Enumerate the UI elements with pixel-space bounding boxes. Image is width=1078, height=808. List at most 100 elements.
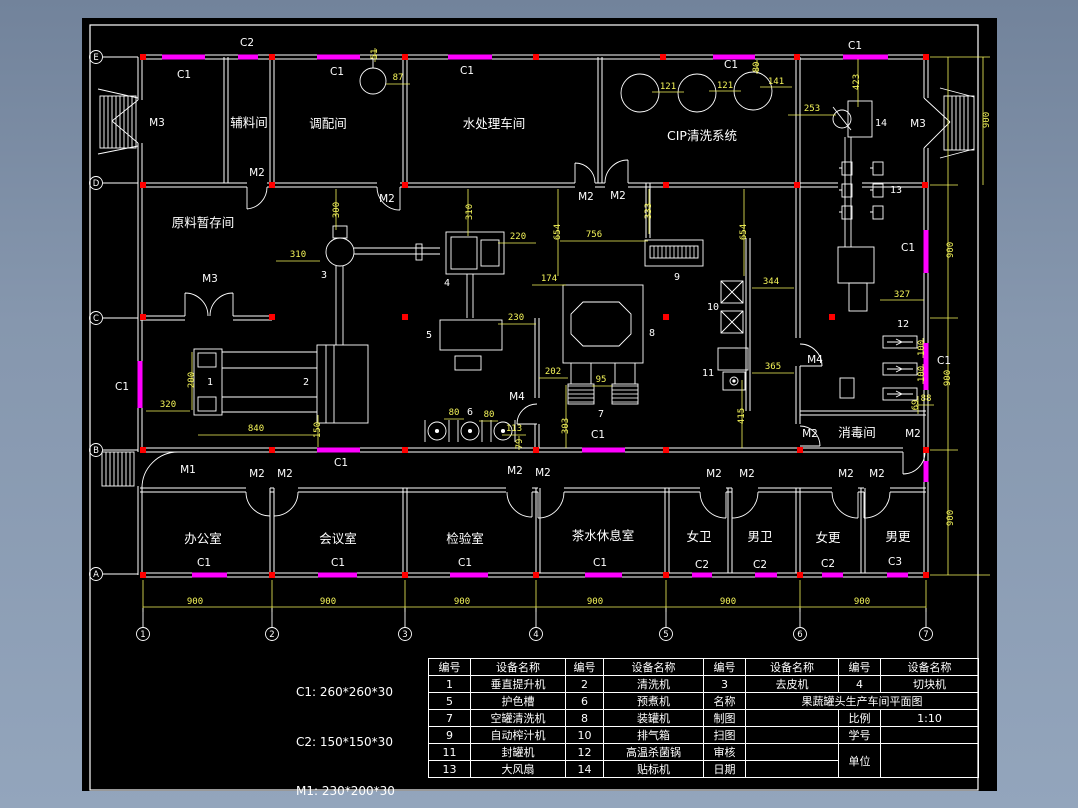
- door-m3-double: [184, 292, 234, 317]
- dim-756: 756: [586, 230, 602, 240]
- grid-col-1: 1: [140, 630, 145, 640]
- door-m2-men-toilet: [731, 491, 759, 519]
- empty-cell: [880, 743, 979, 778]
- dim-121: 121: [660, 82, 676, 92]
- dim-310: 310: [290, 250, 306, 260]
- door-label-m2: M2: [249, 167, 265, 179]
- blending-tank: [359, 59, 387, 95]
- titleblock-draw-label: 制图: [703, 709, 746, 727]
- door-label-m2: M2: [802, 428, 818, 440]
- equipment-8-can-filler: [562, 284, 644, 364]
- dim-253: 253: [804, 104, 820, 114]
- equip-no: 6: [565, 692, 604, 710]
- room-label-inspection: 检验室: [446, 531, 484, 546]
- equip-no: 14: [565, 760, 604, 778]
- grid-col-4: 4: [533, 630, 538, 640]
- equipment-number-8: 8: [649, 328, 655, 339]
- titleblock-unit-label: 单位: [838, 743, 881, 778]
- equip-name: 高温杀菌锅: [603, 743, 704, 761]
- door-m2-women-change: [831, 491, 859, 519]
- door-m3-right-entrance: [923, 97, 951, 149]
- room-label-water-treatment: 水处理车间: [463, 116, 526, 131]
- dim-51: 51: [370, 49, 380, 60]
- equip-name: 大风扇: [470, 760, 566, 778]
- dim-174: 174: [541, 274, 557, 284]
- dim-415: 415: [737, 408, 747, 424]
- door-m2-tea: [537, 491, 565, 519]
- equipment-number-9: 9: [674, 272, 680, 283]
- dim-900: 900: [946, 510, 956, 526]
- equipment-9-juicer: [644, 239, 704, 267]
- equip-name: 预煮机: [603, 692, 704, 710]
- dim-150: 150: [313, 422, 323, 438]
- room-label-tea-rest: 茶水休息室: [572, 528, 635, 543]
- legend-line-m1: M1: 230*200*30: [296, 784, 395, 798]
- dimension-texts: 87 121 121 141 253 327 310 220 230 756 1…: [160, 49, 992, 607]
- room-label-aux-material: 辅料间: [230, 115, 268, 130]
- window-label-c1: C1: [724, 59, 738, 71]
- equip-no: 5: [428, 692, 471, 710]
- dim-900: 900: [943, 370, 953, 386]
- col-header-no: 编号: [565, 658, 604, 676]
- col-header-no: 编号: [703, 658, 746, 676]
- equipment-12-sterilizer: [882, 335, 918, 401]
- room-label-women-toilet: 女卫: [686, 529, 711, 544]
- door-label-m2: M2: [905, 428, 921, 440]
- door-label-m2: M2: [838, 468, 854, 480]
- equip-no: 11: [428, 743, 471, 761]
- dim-87: 87: [393, 73, 404, 83]
- door-label-m4: M4: [807, 354, 823, 366]
- dim-121: 121: [717, 81, 733, 91]
- equip-name: 自动榨汁机: [470, 726, 566, 744]
- dim-202: 202: [545, 367, 561, 377]
- door-label-m1: M1: [180, 464, 196, 476]
- door-label-m2: M2: [379, 193, 395, 205]
- window-label-c1: C1: [901, 242, 915, 254]
- table-row: 5 护色槽 6 预煮机 名称 果蔬罐头生产车间平面图: [428, 692, 979, 710]
- equipment-4-cutter: [445, 231, 505, 318]
- door-m2-cip: [604, 159, 629, 184]
- empty-cell: [745, 709, 839, 727]
- col-header-no: 编号: [428, 658, 471, 676]
- dim-900: 900: [982, 112, 992, 128]
- empty-cell: [880, 726, 979, 744]
- equip-name: 清洗机: [603, 675, 704, 693]
- dim-80: 80: [484, 410, 495, 420]
- table-row: 7 空罐清洗机 8 装罐机 制图 比例 1:10: [428, 709, 979, 727]
- titleblock-scale-value: 1:10: [880, 709, 979, 727]
- equipment-11-can-sealer: [717, 347, 749, 391]
- conveyor-right: [837, 137, 875, 312]
- dim-900: 900: [320, 597, 336, 607]
- dim-365: 365: [765, 362, 781, 372]
- door-label-m2: M2: [277, 468, 293, 480]
- col-header-name: 设备名称: [603, 658, 704, 676]
- door-label-m2: M2: [869, 468, 885, 480]
- door-m2-office: [245, 491, 271, 517]
- window-label-c2: C2: [240, 37, 254, 49]
- door-m2-women-toilet: [699, 491, 727, 519]
- col-header-name: 设备名称: [745, 658, 839, 676]
- grid-col-2: 2: [269, 630, 274, 640]
- equipment-number-3: 3: [321, 270, 327, 281]
- equipment-number-11: 11: [702, 368, 714, 379]
- equip-no: 4: [838, 675, 881, 693]
- door-m2-water: [574, 162, 596, 184]
- equip-no: 3: [703, 675, 746, 693]
- window-label-c1: C1: [591, 429, 605, 441]
- equip-name: 装罐机: [603, 709, 704, 727]
- dim-200: 200: [187, 372, 197, 388]
- equipment-number-14: 14: [875, 118, 887, 129]
- grid-row-a: A: [93, 570, 99, 580]
- cip-tanks: [620, 71, 773, 113]
- equip-name: 去皮机: [745, 675, 839, 693]
- dim-95: 95: [596, 375, 607, 385]
- equipment-number-5: 5: [426, 330, 432, 341]
- door-m2-inspection: [506, 491, 533, 518]
- titleblock-student-label: 学号: [838, 726, 881, 744]
- empty-cell: [745, 760, 839, 778]
- dim-840: 840: [248, 424, 264, 434]
- dim-654: 654: [553, 224, 563, 240]
- grid-col-3: 3: [402, 630, 407, 640]
- equip-name: 空罐清洗机: [470, 709, 566, 727]
- stairs-top-right: [939, 87, 975, 159]
